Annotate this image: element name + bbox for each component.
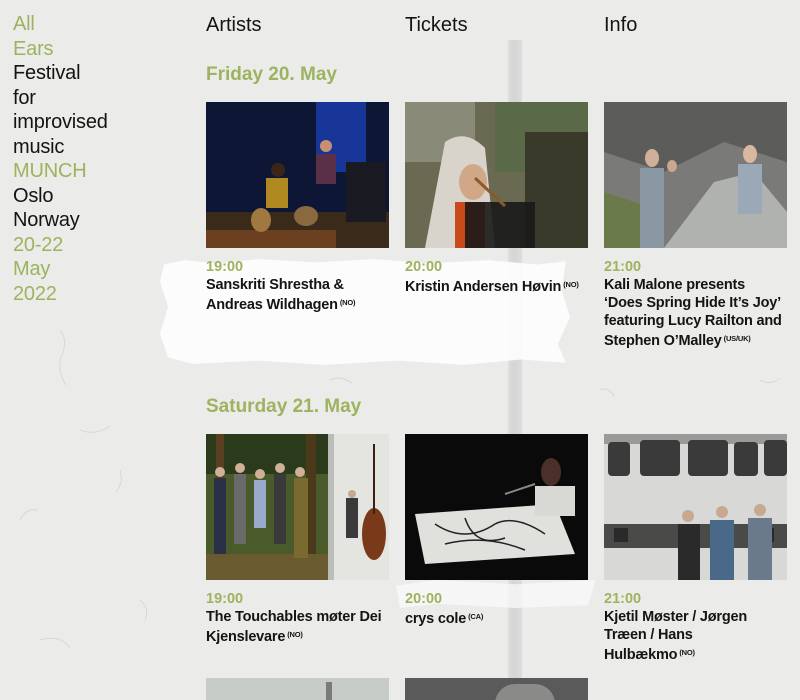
event-time: 19:00 xyxy=(206,591,244,607)
day-heading-friday: Friday 20. May xyxy=(206,64,337,85)
event-card[interactable]: 21:00 Kjetil Møster / Jørgen Træen / Han… xyxy=(604,434,787,664)
sidebar-line: music xyxy=(13,135,65,158)
country-tag: (NO) xyxy=(287,630,303,639)
nav-tickets[interactable]: Tickets xyxy=(405,12,468,38)
sidebar-line: 2022 xyxy=(13,282,57,305)
event-photo-partial[interactable] xyxy=(405,678,588,700)
electronics-table-photo[interactable] xyxy=(405,434,588,580)
event-time: 21:00 xyxy=(604,259,642,275)
event-name[interactable]: Kali Malone presents ‘Does Spring Hide I… xyxy=(604,276,787,350)
event-card[interactable]: 20:00 crys cole (CA) xyxy=(405,434,588,628)
event-time: 20:00 xyxy=(405,259,443,275)
trio-on-rocks-photo[interactable] xyxy=(604,102,787,248)
event-name[interactable]: Sanskriti Shrestha & Andreas Wildhagen (N… xyxy=(206,276,389,314)
event-card[interactable]: 19:00 The Touchables møter Dei Kjensleva… xyxy=(206,434,389,646)
event-card[interactable]: 19:00 Sanskriti Shrestha & Andreas Wildh… xyxy=(206,102,389,314)
sidebar-line: Norway xyxy=(13,209,80,231)
nav-artists[interactable]: Artists xyxy=(206,12,262,38)
event-name[interactable]: Kjetil Møster / Jørgen Træen / Hans Hulb… xyxy=(604,608,787,664)
sidebar-line: May xyxy=(13,258,51,280)
event-name[interactable]: crys cole (CA) xyxy=(405,608,588,628)
sidebar-line: All xyxy=(13,13,35,35)
nav-info[interactable]: Info xyxy=(604,12,637,38)
sidebar-line: Oslo xyxy=(13,184,54,207)
sidebar-line: MUNCH xyxy=(13,160,87,182)
event-name[interactable]: The Touchables møter Dei Kjenslevare (NO) xyxy=(206,608,389,646)
event-card[interactable]: 20:00 Kristin Andersen Høvin (NO) xyxy=(405,102,588,296)
country-tag: (NO) xyxy=(563,280,579,289)
event-time: 20:00 xyxy=(405,591,443,607)
event-name[interactable]: Kristin Andersen Høvin (NO) xyxy=(405,276,588,296)
flute-player-forest-photo[interactable] xyxy=(405,102,588,248)
festival-sidebar: All Ears Festival for improvised music MUNCH Os… xyxy=(13,12,163,306)
country-tag: (US/UK) xyxy=(723,334,751,343)
sidebar-line: 20-22 xyxy=(13,233,64,256)
event-photo-partial[interactable] xyxy=(206,678,389,700)
event-card[interactable]: 21:00 Kali Malone presents ‘Does Spring … xyxy=(604,102,787,350)
country-tag: (CA) xyxy=(468,612,484,621)
event-time: 21:00 xyxy=(604,591,642,607)
sidebar-line: Festival xyxy=(13,62,81,84)
group-in-forest-photo[interactable] xyxy=(206,434,389,580)
trio-by-train-photo[interactable] xyxy=(604,434,787,580)
sidebar-line: for xyxy=(13,86,36,109)
sidebar-line: improvised xyxy=(13,111,108,133)
country-tag: (NO) xyxy=(339,298,356,307)
event-time: 19:00 xyxy=(206,259,244,275)
sidebar-line: Ears xyxy=(13,37,54,60)
country-tag: (NO) xyxy=(679,648,695,657)
tabla-duo-concert-photo[interactable] xyxy=(206,102,389,248)
day-heading-saturday: Saturday 21. May xyxy=(206,396,362,417)
